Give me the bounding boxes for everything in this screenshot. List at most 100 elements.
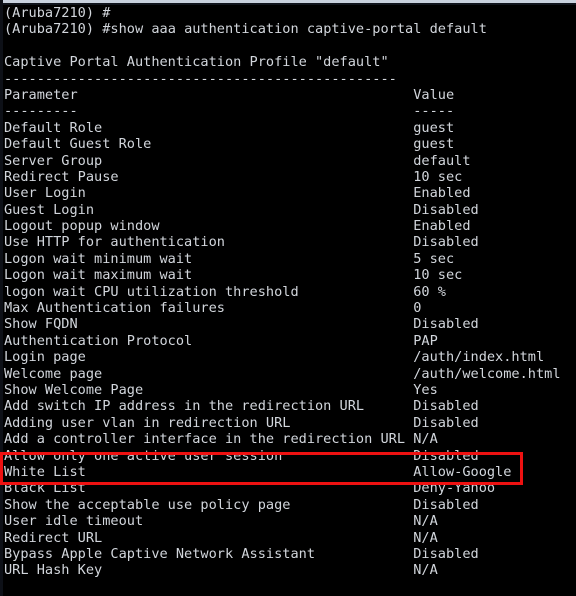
row-parameter: Login page bbox=[4, 349, 414, 366]
command-text: show aaa authentication captive-portal d… bbox=[110, 21, 487, 38]
row-value: N/A bbox=[413, 431, 438, 448]
row-value: 60 % bbox=[413, 283, 446, 300]
column-header-gap bbox=[78, 87, 414, 103]
title-rule: ----------------------------------------… bbox=[4, 70, 397, 87]
row-value: Disabled bbox=[413, 414, 479, 431]
row-value: Enabled bbox=[413, 218, 471, 235]
table-row: White List Allow-Google bbox=[4, 464, 574, 480]
table-row: logon wait CPU utilization threshold 60 … bbox=[4, 284, 574, 300]
row-value: default bbox=[413, 152, 471, 169]
command-line: (Aruba7210) #show aaa authentication cap… bbox=[4, 21, 574, 37]
table-row: Default Role guest bbox=[4, 120, 574, 136]
window-left-edge bbox=[0, 0, 3, 596]
row-parameter: Server Group bbox=[4, 152, 414, 169]
row-value: N/A bbox=[413, 513, 438, 530]
parameter-table: Default Role guest Default Guest Role gue… bbox=[4, 120, 574, 579]
row-parameter: logon wait CPU utilization threshold bbox=[4, 283, 414, 300]
prompt-line-initial: (Aruba7210) # bbox=[4, 5, 111, 21]
row-value: PAP bbox=[413, 332, 438, 349]
table-row: Welcome page /auth/welcome.html bbox=[4, 366, 574, 382]
row-value: /auth/index.html bbox=[413, 349, 545, 366]
row-parameter: URL Hash Key bbox=[4, 562, 414, 579]
row-parameter: Show Welcome Page bbox=[4, 381, 414, 398]
row-parameter: Redirect Pause bbox=[4, 168, 414, 185]
row-parameter: Add a controller interface in the redire… bbox=[4, 431, 414, 448]
row-parameter: Logout popup window bbox=[4, 218, 414, 235]
row-parameter: Max Authentication failures bbox=[4, 300, 414, 317]
row-parameter: Default Guest Role bbox=[4, 136, 414, 153]
row-value: Yes bbox=[413, 381, 438, 398]
row-value: 10 sec bbox=[413, 267, 463, 284]
row-value: Disabled bbox=[413, 545, 479, 562]
row-parameter: User Login bbox=[4, 185, 414, 202]
row-value: guest bbox=[413, 119, 455, 136]
terminal-screen[interactable]: (Aruba7210) # (Aruba7210) #show aaa auth… bbox=[4, 5, 574, 596]
row-value: Disabled bbox=[413, 316, 479, 333]
row-parameter: Add switch IP address in the redirection… bbox=[4, 398, 414, 415]
row-value: Disabled bbox=[413, 201, 479, 218]
row-value: Disabled bbox=[413, 398, 479, 415]
table-row: Black List Deny-Yahoo bbox=[4, 480, 574, 496]
row-parameter: Use HTTP for authentication bbox=[4, 234, 414, 251]
row-value: Disabled bbox=[413, 447, 479, 464]
row-parameter: Show FQDN bbox=[4, 316, 414, 333]
table-row: Server Group default bbox=[4, 153, 574, 169]
row-parameter: Bypass Apple Captive Network Assistant bbox=[4, 545, 414, 562]
header-rule-gap bbox=[78, 103, 414, 119]
table-row: Authentication Protocol PAP bbox=[4, 333, 574, 349]
table-row: Max Authentication failures 0 bbox=[4, 300, 574, 316]
row-value: 10 sec bbox=[413, 168, 463, 185]
row-value: 5 sec bbox=[413, 250, 455, 267]
table-row: URL Hash Key N/A bbox=[4, 562, 574, 578]
table-row: Login page /auth/index.html bbox=[4, 349, 574, 365]
table-row: Bypass Apple Captive Network Assistant D… bbox=[4, 546, 574, 562]
column-header-row: Parameter Value bbox=[4, 87, 574, 103]
table-row: Show Welcome Page Yes bbox=[4, 382, 574, 398]
row-parameter: Redirect URL bbox=[4, 529, 414, 546]
row-parameter: Guest Login bbox=[4, 201, 414, 218]
row-parameter: Logon wait minimum wait bbox=[4, 250, 414, 267]
table-row: Show FQDN Disabled bbox=[4, 316, 574, 332]
row-parameter: Logon wait maximum wait bbox=[4, 267, 414, 284]
table-row: Redirect Pause 10 sec bbox=[4, 169, 574, 185]
row-parameter: Authentication Protocol bbox=[4, 332, 414, 349]
row-value: /auth/welcome.html bbox=[413, 365, 561, 382]
column-header-rule-row: --------- ----- bbox=[4, 103, 574, 119]
row-parameter: Black List bbox=[4, 480, 414, 497]
command-prompt: (Aruba7210) # bbox=[4, 21, 111, 38]
row-value: 0 bbox=[413, 300, 422, 317]
table-row: User Login Enabled bbox=[4, 185, 574, 201]
row-value: Disabled bbox=[413, 234, 479, 251]
row-parameter: Welcome page bbox=[4, 365, 414, 382]
row-parameter: Default Role bbox=[4, 119, 414, 136]
row-value: N/A bbox=[413, 529, 438, 546]
table-row: Add a controller interface in the redire… bbox=[4, 431, 574, 447]
table-row: Show the acceptable use policy page Disa… bbox=[4, 497, 574, 513]
row-value: Deny-Yahoo bbox=[413, 480, 496, 497]
header-rule-parameter: --------- bbox=[4, 103, 78, 120]
column-header-value: Value bbox=[413, 86, 455, 103]
table-row: Redirect URL N/A bbox=[4, 530, 574, 546]
row-value: guest bbox=[413, 136, 455, 153]
table-row: Add switch IP address in the redirection… bbox=[4, 398, 574, 414]
row-value: Disabled bbox=[413, 496, 479, 513]
terminal-window[interactable]: (Aruba7210) # (Aruba7210) #show aaa auth… bbox=[0, 0, 576, 596]
table-row: Use HTTP for authentication Disabled bbox=[4, 234, 574, 250]
row-parameter: Adding user vlan in redirection URL bbox=[4, 414, 414, 431]
table-row: Default Guest Role guest bbox=[4, 136, 574, 152]
row-parameter: Show the acceptable use policy page bbox=[4, 496, 414, 513]
row-parameter: Allow only one active user session bbox=[4, 447, 414, 464]
row-parameter: User idle timeout bbox=[4, 513, 414, 530]
table-row: Allow only one active user session Disab… bbox=[4, 448, 574, 464]
column-header-parameter: Parameter bbox=[4, 86, 78, 103]
row-value: Enabled bbox=[413, 185, 471, 202]
table-row: Logon wait maximum wait 10 sec bbox=[4, 267, 574, 283]
table-row: Logon wait minimum wait 5 sec bbox=[4, 251, 574, 267]
table-row: User idle timeout N/A bbox=[4, 513, 574, 529]
row-value: Allow-Google bbox=[413, 463, 512, 480]
table-row: Adding user vlan in redirection URL Disa… bbox=[4, 415, 574, 431]
report-title: Captive Portal Authentication Profile "d… bbox=[4, 54, 389, 71]
row-parameter: White List bbox=[4, 463, 414, 480]
